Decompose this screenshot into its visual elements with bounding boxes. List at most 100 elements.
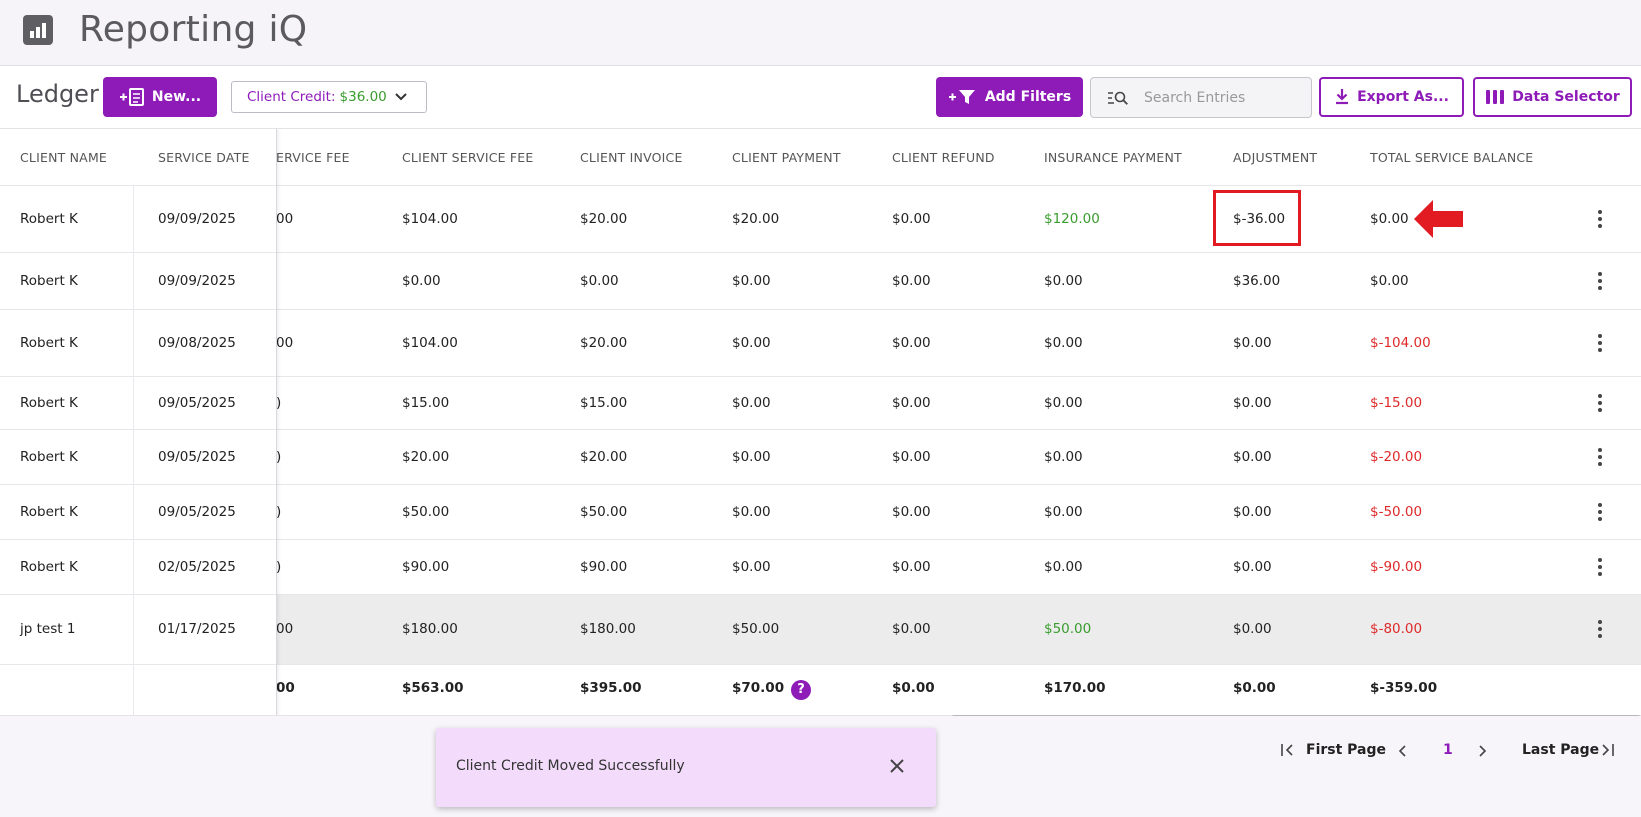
table-row[interactable]: Robert K 09/05/2025) $50.00 $50.00 $0.00 $0.0… — [0, 485, 1641, 540]
first-page-button[interactable]: First Page — [1280, 742, 1386, 758]
first-page-icon — [1281, 744, 1293, 756]
table-row[interactable]: Robert K 09/08/2025 00 $104.00 $20.00 $0.00 $0… — [0, 310, 1641, 377]
cell-insurance-payment: $120.00 — [1044, 211, 1100, 227]
cell-service-date: 09/05/2025 — [158, 395, 236, 411]
column-header-client-name[interactable]: CLIENT NAME — [20, 150, 107, 165]
cell-service-date: 09/05/2025 — [158, 449, 236, 465]
total-adjustment: $0.00 — [1233, 680, 1276, 696]
client-credit-dropdown[interactable]: Client Credit: $36.00 — [231, 81, 427, 113]
row-more-options-icon[interactable] — [1596, 503, 1604, 523]
table-row[interactable]: Robert K 02/05/2025) $90.00 $90.00 $0.00 $0.0… — [0, 540, 1641, 595]
cell-service-fee: 00 — [276, 621, 294, 637]
cell-service-date: 01/17/2025 — [158, 621, 236, 637]
page-title: Ledger — [16, 80, 99, 108]
cell-client-name: Robert K — [20, 559, 78, 575]
cell-client-name: Robert K — [20, 273, 78, 289]
cell-client-invoice: $50.00 — [580, 504, 628, 520]
total-service-fee: 00 — [276, 680, 295, 696]
chevron-down-icon — [395, 93, 407, 101]
client-credit-amount: $36.00 — [339, 89, 387, 105]
data-selector-button[interactable]: Data Selector — [1473, 77, 1632, 117]
column-header-service-fee[interactable]: ERVICE FEE — [276, 150, 350, 165]
cell-client-name: jp test 1 — [20, 621, 76, 637]
cell-client-service-fee: $20.00 — [402, 449, 450, 465]
column-header-client-payment[interactable]: CLIENT PAYMENT — [732, 150, 841, 165]
last-page-button[interactable]: Last Page — [1522, 742, 1615, 758]
cell-total-service-balance: $0.00 — [1370, 211, 1409, 227]
cell-service-date: 09/09/2025 — [158, 211, 236, 227]
total-total-service-balance: $-359.00 — [1370, 680, 1438, 696]
cell-adjustment: $0.00 — [1233, 504, 1272, 520]
table-row[interactable]: jp test 1 01/17/2025 00 $180.00 $180.00 $50.0… — [0, 595, 1641, 665]
cell-client-invoice: $20.00 — [580, 211, 628, 227]
filter-icon — [948, 90, 975, 104]
cell-client-service-fee: $0.00 — [402, 273, 441, 289]
column-header-client-invoice[interactable]: CLIENT INVOICE — [580, 150, 683, 165]
row-more-options-icon[interactable] — [1596, 272, 1604, 292]
cell-client-refund: $0.00 — [892, 559, 931, 575]
cell-service-date: 09/05/2025 — [158, 504, 236, 520]
cell-client-payment: $0.00 — [732, 449, 771, 465]
cell-client-invoice: $180.00 — [580, 621, 636, 637]
table-row[interactable]: Robert K 09/09/2025 $0.00 $0.00 $0.00 $0.00 $0… — [0, 253, 1641, 310]
help-icon[interactable]: ? — [791, 680, 811, 700]
pointer-arrow-icon — [1414, 200, 1463, 238]
column-header-total-service-balance[interactable]: TOTAL SERVICE BALANCE — [1370, 150, 1533, 165]
cell-client-name: Robert K — [20, 504, 78, 520]
cell-client-refund: $0.00 — [892, 621, 931, 637]
new-button-label: New... — [151, 89, 202, 105]
current-page-number[interactable]: 1 — [1443, 742, 1453, 758]
columns-icon — [1486, 90, 1505, 104]
column-header-insurance-payment[interactable]: INSURANCE PAYMENT — [1044, 150, 1182, 165]
cell-insurance-payment: $0.00 — [1044, 273, 1083, 289]
cell-total-service-balance: $-50.00 — [1370, 504, 1423, 520]
last-page-icon — [1602, 744, 1614, 756]
cell-service-fee: ) — [276, 559, 282, 575]
close-icon[interactable] — [888, 757, 906, 775]
total-client-service-fee: $563.00 — [402, 680, 464, 696]
row-more-options-icon[interactable] — [1596, 620, 1604, 640]
row-more-options-icon[interactable] — [1596, 210, 1604, 230]
row-more-options-icon[interactable] — [1596, 394, 1604, 414]
cell-client-payment: $0.00 — [732, 504, 771, 520]
row-more-options-icon[interactable] — [1596, 334, 1604, 354]
cell-client-invoice: $90.00 — [580, 559, 628, 575]
ledger-table: CLIENT NAME SERVICE DATE ERVICE FEE CLIENT … — [0, 129, 1641, 716]
table-row[interactable]: Robert K 09/05/2025) $20.00 $20.00 $0.00 $0.0… — [0, 430, 1641, 485]
column-header-adjustment[interactable]: ADJUSTMENT — [1233, 150, 1317, 165]
cell-client-payment: $0.00 — [732, 559, 771, 575]
row-more-options-icon[interactable] — [1596, 448, 1604, 468]
new-document-icon — [119, 88, 144, 106]
column-header-client-refund[interactable]: CLIENT REFUND — [892, 150, 995, 165]
cell-service-fee: ) — [276, 395, 282, 411]
cell-client-payment: $20.00 — [732, 211, 780, 227]
add-filters-button[interactable]: Add Filters — [936, 77, 1083, 117]
next-page-icon[interactable] — [1476, 744, 1488, 758]
column-header-service-date[interactable]: SERVICE DATE — [158, 150, 250, 165]
cell-client-service-fee: $104.00 — [402, 211, 458, 227]
search-input[interactable] — [1144, 89, 1304, 106]
row-more-options-icon[interactable] — [1596, 558, 1604, 578]
search-box[interactable] — [1090, 77, 1312, 118]
previous-page-icon[interactable] — [1397, 744, 1409, 758]
table-row[interactable]: Robert K 09/05/2025) $15.00 $15.00 $0.00 $0.0… — [0, 377, 1641, 430]
search-list-icon — [1108, 91, 1128, 105]
column-header-client-service-fee[interactable]: CLIENT SERVICE FEE — [402, 150, 534, 165]
cell-client-payment: $0.00 — [732, 395, 771, 411]
new-button[interactable]: New... — [103, 77, 217, 117]
total-insurance-payment: $170.00 — [1044, 680, 1106, 696]
download-icon — [1336, 89, 1349, 105]
cell-adjustment: $0.00 — [1233, 559, 1272, 575]
success-toast: Client Credit Moved Successfully — [436, 728, 936, 807]
cell-client-service-fee: $50.00 — [402, 504, 450, 520]
cell-insurance-payment: $0.00 — [1044, 335, 1083, 351]
cell-client-name: Robert K — [20, 449, 78, 465]
cell-insurance-payment: $0.00 — [1044, 504, 1083, 520]
cell-insurance-payment: $50.00 — [1044, 621, 1092, 637]
cell-client-payment: $0.00 — [732, 273, 771, 289]
table-row[interactable]: Robert K 09/09/2025 00 $104.00 $20.00 $20.00 $… — [0, 186, 1641, 253]
export-as-button[interactable]: Export As... — [1319, 77, 1464, 117]
cell-total-service-balance: $0.00 — [1370, 273, 1409, 289]
export-as-label: Export As... — [1357, 89, 1449, 105]
ledger-toolbar: Ledger New... Client Credit: $36.00 Add … — [0, 66, 1641, 129]
